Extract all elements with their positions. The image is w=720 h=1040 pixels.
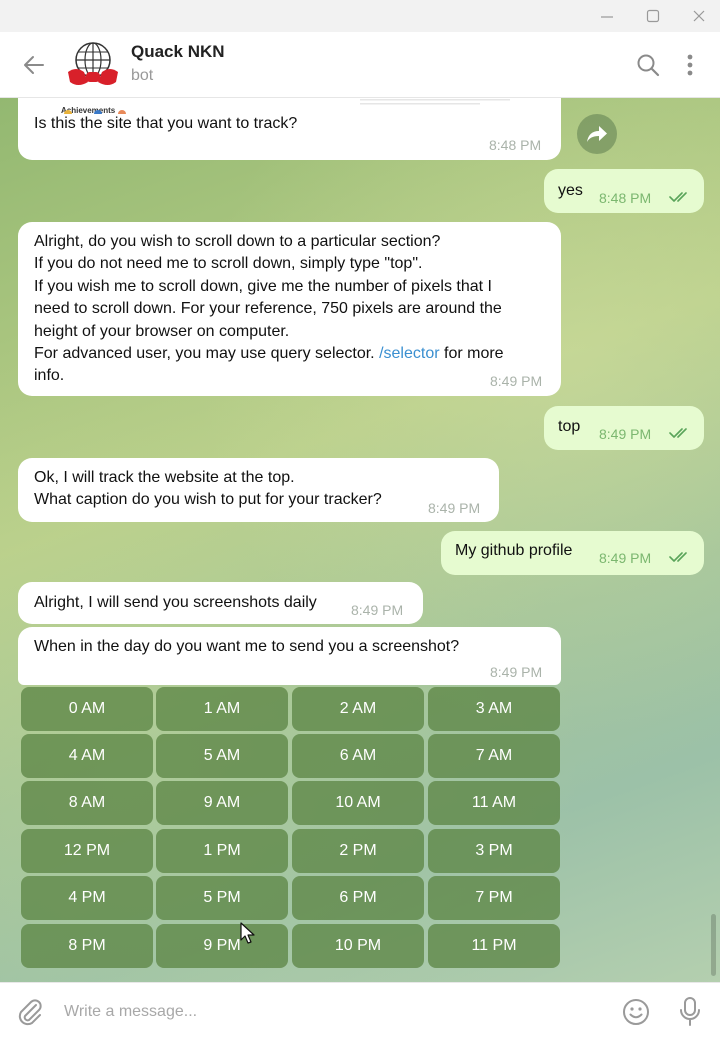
hour-button[interactable]: 7 AM <box>428 734 560 778</box>
message-text: Ok, I will track the website at the top.… <box>34 469 382 509</box>
microphone-icon[interactable] <box>678 995 702 1029</box>
hour-button[interactable]: 8 AM <box>21 781 153 825</box>
chat-header: Quack NKN bot <box>0 32 720 98</box>
chat-title[interactable]: Quack NKN <box>131 42 225 62</box>
message-text: Is this the site that you want to track? <box>34 115 298 132</box>
message-text: Alright, do you wish to scroll down to a… <box>34 233 502 363</box>
message-bubble-site-preview[interactable]: Achievements Is this the site that you w… <box>18 98 561 160</box>
hour-button[interactable]: 9 PM <box>156 924 288 968</box>
hour-button[interactable]: 12 PM <box>21 829 153 873</box>
hour-button[interactable]: 1 PM <box>156 829 288 873</box>
hour-button[interactable]: 3 AM <box>428 687 560 731</box>
chat-subtitle: bot <box>131 67 154 84</box>
message-time: 8:49 PM <box>490 373 543 389</box>
hour-button[interactable]: 7 PM <box>428 876 560 920</box>
back-arrow-icon[interactable] <box>20 51 48 79</box>
message-bubble-caption-question[interactable]: Ok, I will track the website at the top.… <box>18 458 499 522</box>
hour-button[interactable]: 9 AM <box>156 781 288 825</box>
hour-button[interactable]: 5 AM <box>156 734 288 778</box>
message-input[interactable] <box>64 995 604 1029</box>
hour-button[interactable]: 10 AM <box>292 781 424 825</box>
hour-button[interactable]: 11 AM <box>428 781 560 825</box>
window-titlebar <box>0 0 720 32</box>
hour-button[interactable]: 5 PM <box>156 876 288 920</box>
scrollbar-thumb[interactable] <box>711 914 716 976</box>
message-bubble-outgoing-top[interactable]: top 8:49 PM <box>544 406 704 450</box>
message-time: 8:48 PM <box>599 190 652 206</box>
hour-button[interactable]: 4 PM <box>21 876 153 920</box>
bot-avatar[interactable] <box>66 38 120 92</box>
paperclip-icon[interactable] <box>16 997 44 1027</box>
hour-button[interactable]: 6 AM <box>292 734 424 778</box>
emoji-icon[interactable] <box>621 997 651 1027</box>
hour-button[interactable]: 2 AM <box>292 687 424 731</box>
hour-button[interactable]: 3 PM <box>428 829 560 873</box>
search-icon[interactable] <box>634 51 662 79</box>
message-list[interactable]: Achievements Is this the site that you w… <box>0 98 720 982</box>
hour-button[interactable]: 1 AM <box>156 687 288 731</box>
message-time: 8:49 PM <box>351 602 404 618</box>
close-icon[interactable] <box>684 4 714 28</box>
hour-button[interactable]: 0 AM <box>21 687 153 731</box>
message-time: 8:48 PM <box>489 137 542 153</box>
hour-button[interactable]: 4 AM <box>21 734 153 778</box>
message-time: 8:49 PM <box>599 550 652 566</box>
forward-icon[interactable] <box>577 114 617 154</box>
hour-button[interactable]: 11 PM <box>428 924 560 968</box>
double-check-icon <box>669 428 687 438</box>
message-time: 8:49 PM <box>490 664 543 680</box>
message-text: Alright, I will send you screenshots dai… <box>34 594 317 611</box>
message-composer <box>0 982 720 1040</box>
selector-command-link[interactable]: /selector <box>379 345 439 362</box>
hour-button[interactable]: 8 PM <box>21 924 153 968</box>
message-time: 8:49 PM <box>599 426 652 442</box>
message-bubble-outgoing-caption[interactable]: My github profile 8:49 PM <box>441 531 704 575</box>
message-bubble-scroll-question[interactable]: Alright, do you wish to scroll down to a… <box>18 222 561 396</box>
double-check-icon <box>669 192 687 202</box>
minimize-icon[interactable] <box>592 4 622 28</box>
mouse-pointer-icon <box>240 922 255 944</box>
hour-button[interactable]: 2 PM <box>292 829 424 873</box>
message-text: My github profile <box>455 542 573 559</box>
hour-button[interactable]: 10 PM <box>292 924 424 968</box>
more-vertical-icon[interactable] <box>680 51 700 79</box>
message-text: yes <box>558 182 583 199</box>
maximize-icon[interactable] <box>638 4 668 28</box>
message-bubble-when[interactable]: When in the day do you want me to send y… <box>18 627 561 685</box>
message-time: 8:49 PM <box>428 500 481 516</box>
message-bubble-daily[interactable]: Alright, I will send you screenshots dai… <box>18 582 423 624</box>
message-bubble-outgoing-yes[interactable]: yes 8:48 PM <box>544 169 704 213</box>
hour-button[interactable]: 6 PM <box>292 876 424 920</box>
message-text: top <box>558 418 581 435</box>
message-text: When in the day do you want me to send y… <box>34 638 460 655</box>
double-check-icon <box>669 552 687 562</box>
site-preview-image[interactable]: Achievements <box>18 98 561 114</box>
